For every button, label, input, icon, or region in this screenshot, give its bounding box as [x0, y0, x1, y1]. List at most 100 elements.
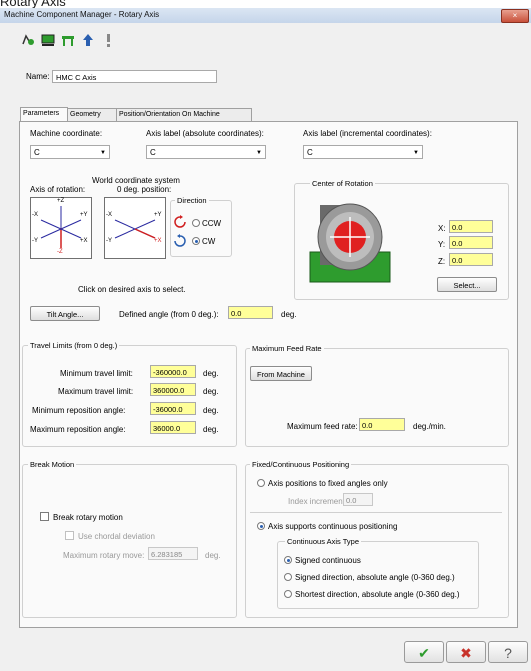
blue-arrow-icon[interactable] [80, 32, 96, 48]
ccw-arrow-icon [172, 214, 188, 232]
min-repo-unit: deg. [203, 406, 219, 415]
tilt-angle-button[interactable]: Tilt Angle... [30, 306, 100, 321]
center-z-field[interactable]: 0.0 [449, 253, 493, 266]
break-motion-title: Break Motion [28, 460, 77, 469]
zero-plus-x: +X [154, 238, 162, 244]
abs-axis-label: Axis label (absolute coordinates): [146, 129, 264, 138]
ccw-radio[interactable] [192, 219, 200, 227]
center-z-label: Z: [438, 257, 446, 266]
inc-axis-label: Axis label (incremental coordinates): [303, 129, 432, 138]
axis-minus-y: -Y [32, 238, 38, 244]
zero-deg-selector[interactable]: -X +Y -Y +X [104, 197, 166, 259]
center-x-label: X: [438, 224, 446, 233]
max-travel-label: Maximum travel limit: [58, 387, 134, 396]
cw-radio[interactable] [192, 237, 200, 245]
zero-minus-x: -X [106, 212, 112, 218]
inc-axis-select[interactable]: C ▼ [303, 145, 423, 159]
zero-minus-y: -Y [106, 238, 112, 244]
continuous-radio[interactable] [257, 522, 265, 530]
center-y-label: Y: [438, 240, 446, 249]
max-repo-field[interactable]: 36000.0 [150, 421, 196, 434]
help-button[interactable]: ? [488, 641, 528, 663]
window-titlebar: Machine Component Manager - Rotary Axis … [0, 8, 531, 24]
feed-rate-title: Maximum Feed Rate [250, 344, 324, 353]
positioning-divider [250, 512, 502, 513]
fixed-angles-label: Axis positions to fixed angles only [268, 479, 388, 488]
max-rotary-move-field[interactable]: 6.283185 [148, 547, 198, 560]
inc-axis-value: C [307, 148, 313, 157]
abs-axis-value: C [150, 148, 156, 157]
center-x-field[interactable]: 0.0 [449, 220, 493, 233]
axis-of-rotation-selector[interactable]: +Z -Z -X +Y -Y +X [30, 197, 92, 259]
select-center-button[interactable]: Select... [437, 277, 497, 292]
max-repo-unit: deg. [203, 425, 219, 434]
tab-position-orientation[interactable]: Position/Orientation On Machine [116, 108, 252, 121]
axis-plus-z: +Z [57, 198, 65, 204]
min-travel-unit: deg. [203, 369, 219, 378]
name-label: Name: [26, 72, 50, 81]
zero-deg-graphic [114, 219, 156, 239]
index-increment-field[interactable]: 0.0 [343, 493, 373, 506]
tab-geometry[interactable]: Geometry [67, 108, 117, 121]
continuous-label: Axis supports continuous positioning [268, 522, 398, 531]
min-repo-label: Minimum reposition angle: [32, 406, 126, 415]
ccw-label: CCW [202, 219, 222, 228]
max-feed-label: Maximum feed rate: [287, 422, 358, 431]
continuous-type-title: Continuous Axis Type [285, 537, 361, 546]
tab-parameters[interactable]: Parameters [20, 107, 68, 121]
break-rotary-checkbox[interactable] [40, 512, 49, 521]
feed-rate-group [245, 348, 509, 447]
machine-coordinate-select[interactable]: C ▼ [30, 145, 110, 159]
axis-minus-x: -X [32, 212, 38, 218]
signed-direction-radio[interactable] [284, 573, 292, 581]
axis-plus-x: +X [80, 238, 88, 244]
component-icon[interactable] [60, 32, 76, 48]
direction-title: Direction [175, 196, 209, 205]
chevron-down-icon: ▼ [256, 150, 262, 156]
from-machine-button[interactable]: From Machine [250, 366, 312, 381]
fixed-angles-radio[interactable] [257, 479, 265, 487]
axis-plus-y: +Y [80, 212, 88, 218]
world-coordinate-title: World coordinate system [92, 176, 180, 185]
cw-label: CW [202, 237, 216, 246]
signed-continuous-radio[interactable] [284, 556, 292, 564]
center-of-rotation-title: Center of Rotation [310, 179, 375, 188]
axis-minus-z: -Z [57, 249, 63, 255]
linear-axis-icon[interactable] [40, 32, 56, 48]
name-field[interactable]: HMC C Axis [52, 70, 217, 83]
info-icon[interactable] [100, 32, 116, 48]
zero-deg-label: 0 deg. position: [117, 185, 172, 194]
axis-select-hint: Click on desired axis to select. [78, 285, 186, 294]
abs-axis-select[interactable]: C ▼ [146, 145, 266, 159]
cancel-button[interactable]: ✖ [446, 641, 486, 663]
positioning-title: Fixed/Continuous Positioning [250, 460, 352, 469]
min-travel-field[interactable]: -360000.0 [150, 365, 196, 378]
min-travel-label: Minimum travel limit: [60, 369, 133, 378]
machine-coordinate-label: Machine coordinate: [30, 129, 103, 138]
max-feed-field[interactable]: 0.0 [359, 418, 405, 431]
travel-limits-title: Travel Limits (from 0 deg.) [28, 341, 120, 350]
defined-angle-field[interactable]: 0.0 [228, 306, 273, 319]
center-y-field[interactable]: 0.0 [449, 236, 493, 249]
rotary-table-image [302, 197, 402, 289]
signed-direction-label: Signed direction, absolute angle (0-360 … [295, 573, 455, 582]
cw-arrow-icon [172, 233, 188, 251]
max-feed-unit: deg./min. [413, 422, 446, 431]
min-repo-field[interactable]: -36000.0 [150, 402, 196, 415]
chordal-checkbox[interactable] [65, 531, 74, 540]
ok-button[interactable]: ✔ [404, 641, 444, 663]
machine-coordinate-value: C [34, 148, 40, 157]
defined-angle-unit: deg. [281, 310, 297, 319]
shortest-direction-radio[interactable] [284, 590, 292, 598]
max-repo-label: Maximum reposition angle: [30, 425, 126, 434]
max-rotary-move-unit: deg. [205, 551, 221, 560]
max-travel-field[interactable]: 360000.0 [150, 383, 196, 396]
max-travel-unit: deg. [203, 387, 219, 396]
chevron-down-icon: ▼ [100, 150, 106, 156]
window-title: Machine Component Manager - Rotary Axis [4, 10, 160, 19]
max-rotary-move-label: Maximum rotary move: [63, 551, 145, 560]
rotary-axis-icon[interactable] [20, 32, 36, 48]
chevron-down-icon: ▼ [413, 150, 419, 156]
break-motion-group [22, 464, 237, 618]
close-button[interactable]: × [501, 9, 529, 23]
